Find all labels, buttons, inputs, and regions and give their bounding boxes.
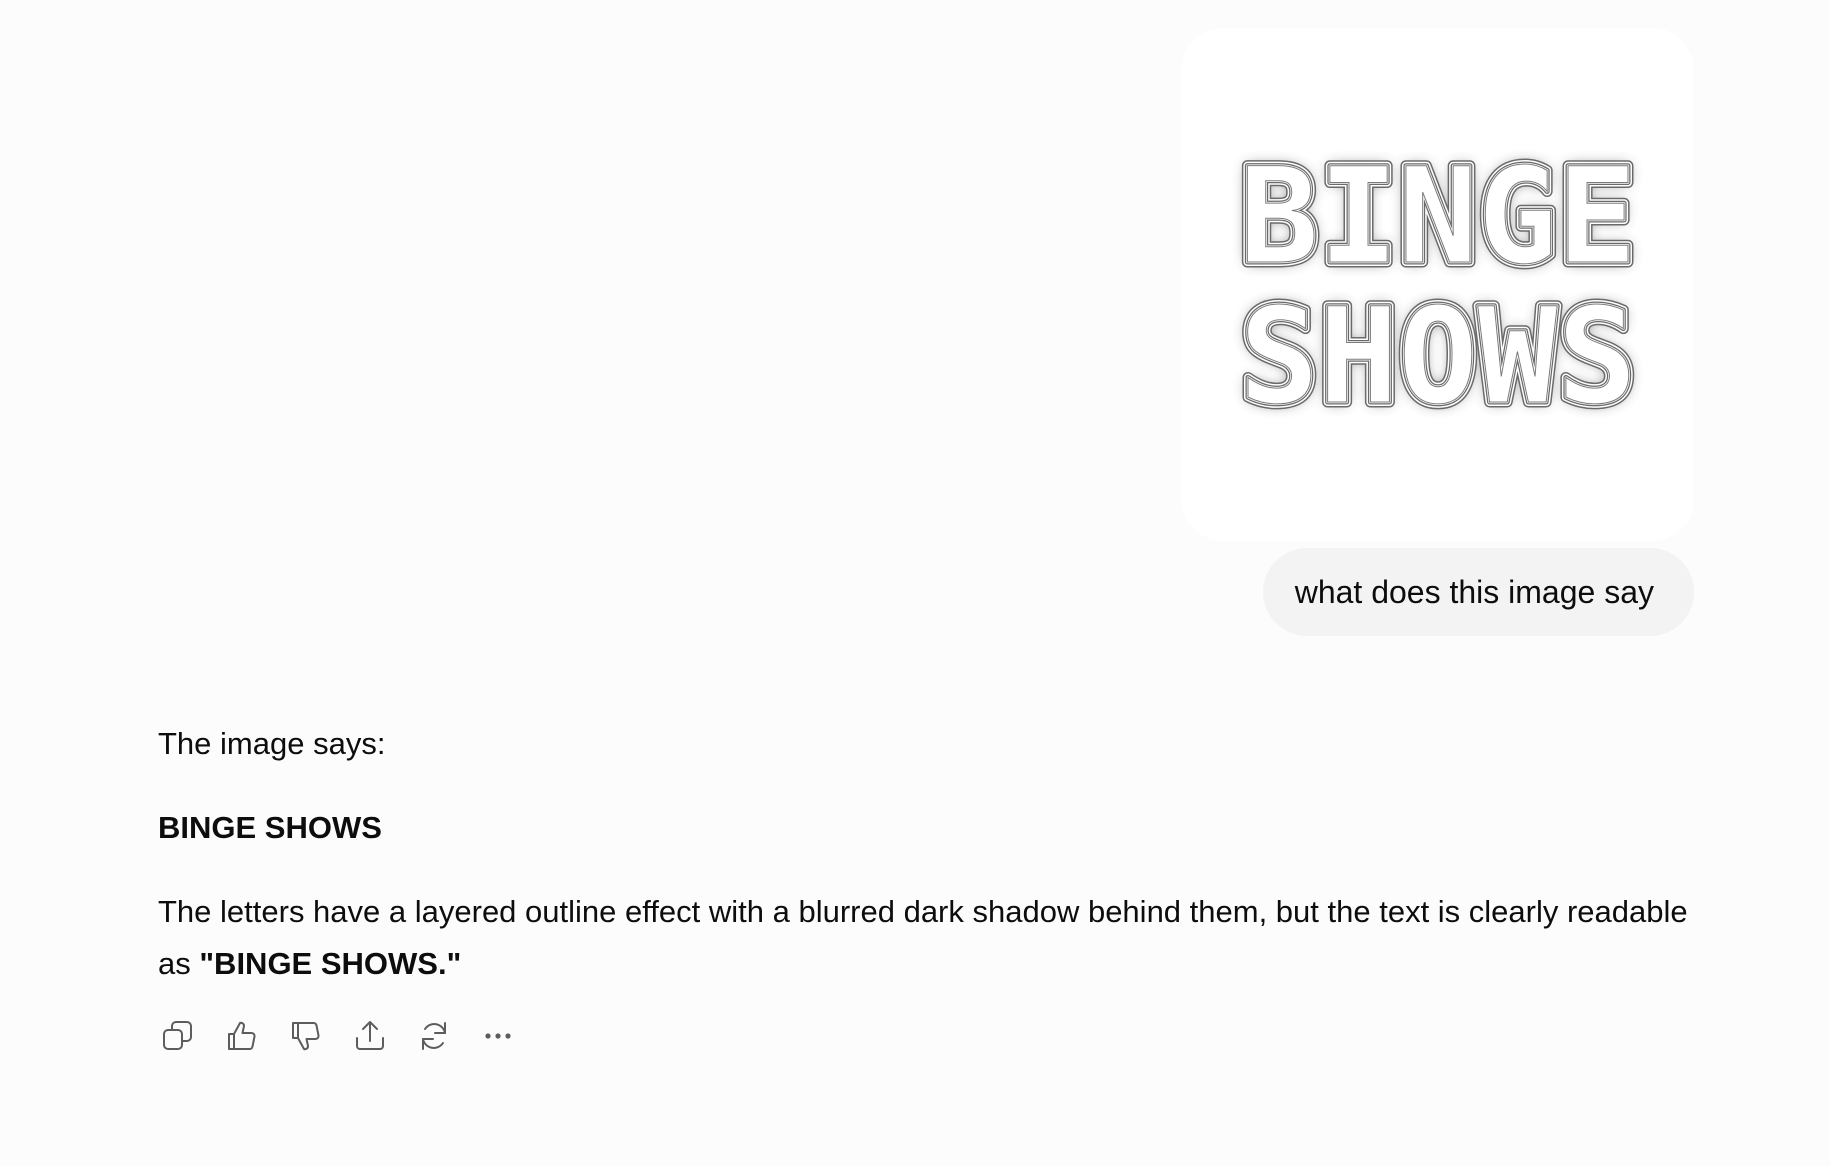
- user-message-text: what does this image say: [1294, 574, 1654, 610]
- user-uploaded-image[interactable]: BINGE SHOWS BINGE SHOWS BINGE SHOWS BING…: [1181, 28, 1694, 541]
- svg-text:SHOWS: SHOWS: [1239, 280, 1636, 430]
- thumbs-up-button[interactable]: [222, 1016, 262, 1056]
- response-intro: The image says:: [158, 726, 386, 761]
- more-dots-icon: [485, 1033, 511, 1039]
- thumbs-down-button[interactable]: [286, 1016, 326, 1056]
- thumbs-down-icon: [292, 1022, 320, 1051]
- response-heading: BINGE SHOWS: [158, 810, 382, 845]
- share-button[interactable]: [350, 1016, 390, 1056]
- response-body: The letters have a layered outline effec…: [158, 886, 1698, 990]
- share-icon: [356, 1021, 384, 1050]
- binge-shows-graphic: BINGE SHOWS BINGE SHOWS BINGE SHOWS BING…: [1233, 140, 1641, 430]
- svg-text:BINGE: BINGE: [1239, 140, 1636, 294]
- regenerate-button[interactable]: [414, 1016, 454, 1056]
- response-body-emphasis: "BINGE SHOWS.": [199, 946, 462, 981]
- response-actions-toolbar: [158, 1016, 542, 1056]
- user-message-bubble: what does this image say: [1262, 548, 1694, 636]
- more-options-button[interactable]: [478, 1016, 518, 1056]
- refresh-icon: [422, 1022, 446, 1050]
- assistant-response: The image says: BINGE SHOWS The letters …: [158, 718, 1698, 990]
- thumbs-up-icon: [228, 1021, 256, 1050]
- copy-icon: [163, 1021, 192, 1050]
- copy-button[interactable]: [158, 1016, 198, 1056]
